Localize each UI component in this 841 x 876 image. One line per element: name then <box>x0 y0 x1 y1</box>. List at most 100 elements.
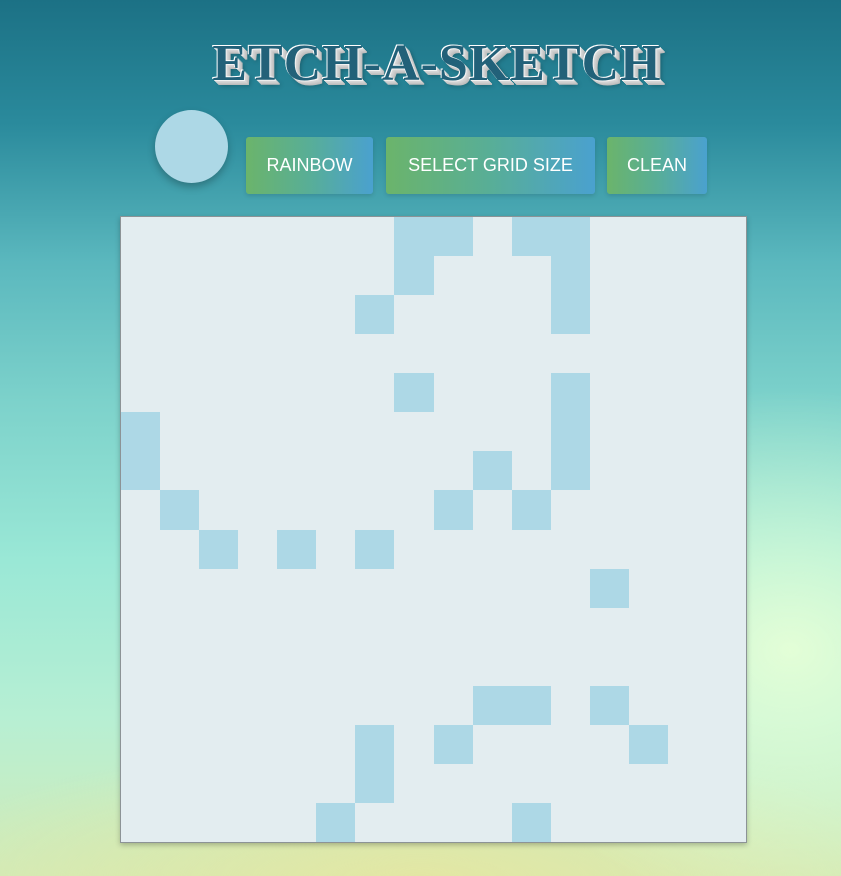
grid-cell[interactable] <box>394 256 434 296</box>
grid-cell[interactable] <box>434 295 473 334</box>
grid-cell[interactable] <box>511 802 551 842</box>
grid-cell[interactable] <box>394 217 434 257</box>
grid-cell[interactable] <box>434 569 473 608</box>
grid-cell[interactable] <box>160 334 199 373</box>
grid-cell[interactable] <box>238 334 277 373</box>
grid-cell[interactable] <box>707 217 746 256</box>
grid-cell[interactable] <box>355 490 394 529</box>
grid-cell[interactable] <box>629 764 668 803</box>
grid-cell[interactable] <box>668 803 707 842</box>
grid-cell[interactable] <box>473 725 512 764</box>
grid-cell[interactable] <box>629 686 668 725</box>
grid-cell[interactable] <box>434 334 473 373</box>
grid-cell[interactable] <box>707 334 746 373</box>
grid-cell[interactable] <box>589 685 629 725</box>
grid-cell[interactable] <box>121 451 161 491</box>
grid-cell[interactable] <box>238 608 277 647</box>
grid-cell[interactable] <box>238 490 277 529</box>
grid-cell[interactable] <box>472 451 512 491</box>
grid-cell[interactable] <box>473 803 512 842</box>
grid-cell[interactable] <box>550 412 590 452</box>
grid-cell[interactable] <box>629 373 668 412</box>
grid-cell[interactable] <box>512 725 551 764</box>
grid-cell[interactable] <box>160 451 199 490</box>
color-picker-button[interactable] <box>155 110 228 183</box>
grid-cell[interactable] <box>629 608 668 647</box>
grid-cell[interactable] <box>199 764 238 803</box>
grid-cell[interactable] <box>434 530 473 569</box>
grid-cell[interactable] <box>316 334 355 373</box>
grid-cell[interactable] <box>629 412 668 451</box>
grid-cell[interactable] <box>355 412 394 451</box>
grid-cell[interactable] <box>355 529 395 569</box>
grid-cell[interactable] <box>629 217 668 256</box>
grid-cell[interactable] <box>238 295 277 334</box>
grid-cell[interactable] <box>473 764 512 803</box>
grid-cell[interactable] <box>199 725 238 764</box>
grid-cell[interactable] <box>355 803 394 842</box>
grid-cell[interactable] <box>707 686 746 725</box>
grid-cell[interactable] <box>551 686 590 725</box>
grid-cell[interactable] <box>707 256 746 295</box>
grid-cell[interactable] <box>238 647 277 686</box>
clean-button[interactable]: CLEAN <box>607 137 707 194</box>
grid-cell[interactable] <box>316 530 355 569</box>
grid-cell[interactable] <box>668 412 707 451</box>
grid-cell[interactable] <box>199 803 238 842</box>
grid-cell[interactable] <box>277 725 316 764</box>
grid-cell[interactable] <box>628 724 668 764</box>
grid-cell[interactable] <box>121 725 160 764</box>
grid-cell[interactable] <box>668 334 707 373</box>
grid-cell[interactable] <box>238 256 277 295</box>
grid-cell[interactable] <box>590 217 629 256</box>
grid-cell[interactable] <box>512 373 551 412</box>
grid-cell[interactable] <box>160 725 199 764</box>
grid-cell[interactable] <box>707 569 746 608</box>
grid-cell[interactable] <box>551 608 590 647</box>
grid-cell[interactable] <box>551 647 590 686</box>
grid-cell[interactable] <box>394 608 433 647</box>
grid-cell[interactable] <box>316 295 355 334</box>
grid-cell[interactable] <box>121 608 160 647</box>
grid-cell[interactable] <box>160 608 199 647</box>
grid-cell[interactable] <box>355 608 394 647</box>
grid-cell[interactable] <box>434 764 473 803</box>
grid-cell[interactable] <box>434 608 473 647</box>
grid-cell[interactable] <box>473 608 512 647</box>
grid-cell[interactable] <box>316 490 355 529</box>
grid-cell[interactable] <box>121 686 160 725</box>
grid-cell[interactable] <box>551 530 590 569</box>
grid-cell[interactable] <box>550 295 590 335</box>
grid-cell[interactable] <box>512 569 551 608</box>
grid-cell[interactable] <box>199 412 238 451</box>
grid-cell[interactable] <box>707 295 746 334</box>
grid-cell[interactable] <box>473 490 512 529</box>
grid-cell[interactable] <box>394 569 433 608</box>
grid-cell[interactable] <box>668 647 707 686</box>
grid-cell[interactable] <box>473 569 512 608</box>
grid-cell[interactable] <box>238 217 277 256</box>
grid-cell[interactable] <box>355 295 395 335</box>
grid-cell[interactable] <box>668 295 707 334</box>
grid-cell[interactable] <box>277 686 316 725</box>
grid-cell[interactable] <box>394 490 433 529</box>
grid-cell[interactable] <box>277 764 316 803</box>
grid-cell[interactable] <box>590 647 629 686</box>
grid-cell[interactable] <box>551 803 590 842</box>
grid-cell[interactable] <box>199 451 238 490</box>
grid-cell[interactable] <box>707 451 746 490</box>
grid-cell[interactable] <box>434 373 473 412</box>
grid-cell[interactable] <box>512 412 551 451</box>
grid-cell[interactable] <box>668 530 707 569</box>
grid-cell[interactable] <box>434 803 473 842</box>
grid-cell[interactable] <box>589 568 629 608</box>
grid-cell[interactable] <box>160 373 199 412</box>
grid-cell[interactable] <box>121 530 160 569</box>
grid-cell[interactable] <box>355 373 394 412</box>
grid-cell[interactable] <box>590 803 629 842</box>
grid-cell[interactable] <box>668 217 707 256</box>
grid-cell[interactable] <box>707 373 746 412</box>
grid-cell[interactable] <box>590 725 629 764</box>
grid-cell[interactable] <box>160 803 199 842</box>
grid-cell[interactable] <box>277 490 316 529</box>
